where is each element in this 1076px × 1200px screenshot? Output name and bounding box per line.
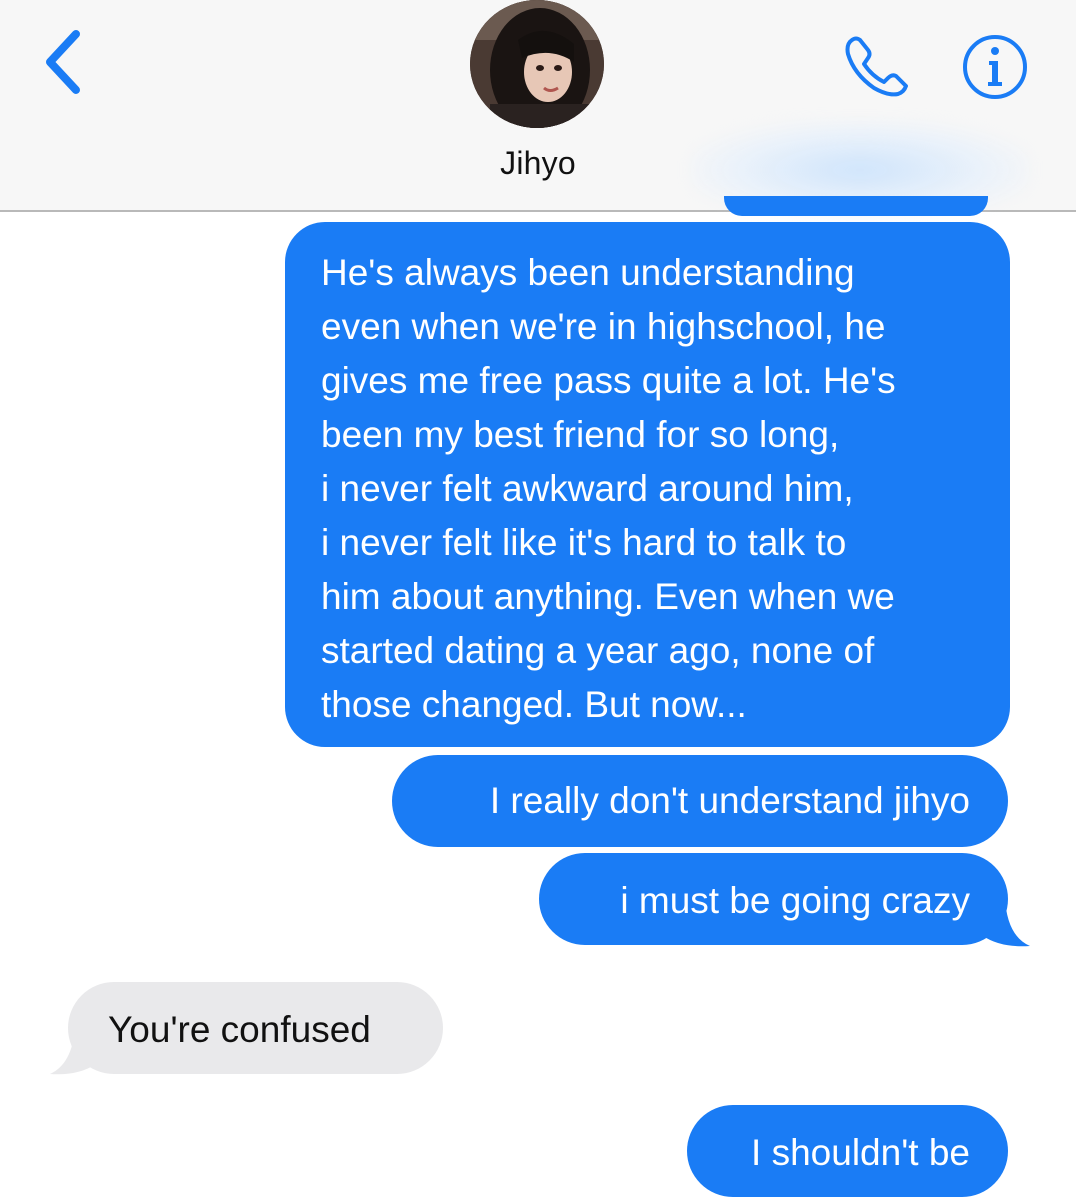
sent-message-bubble[interactable]: He's always been understanding even when…: [285, 222, 1010, 747]
avatar-photo: [470, 0, 604, 128]
sent-bubble-tail: [975, 898, 1030, 947]
message-line: i never felt like it's hard to talk to: [321, 522, 847, 563]
message-line: those changed. But now...: [321, 684, 747, 725]
message-line: He's always been understanding: [321, 252, 855, 293]
phone-icon[interactable]: [838, 30, 918, 102]
message-line: i never felt awkward around him,: [321, 468, 854, 509]
message-line: started dating a year ago, none of: [321, 630, 875, 671]
conversation-header: Jihyo: [0, 0, 1076, 220]
chevron-left-icon[interactable]: [38, 26, 90, 98]
message-line: been my best friend for so long,: [321, 414, 840, 455]
message-line: him about anything. Even when we: [321, 576, 895, 617]
message-text: You're confused: [108, 1009, 371, 1050]
message-line: even when we're in highschool, he: [321, 306, 886, 347]
received-message-bubble[interactable]: You're confused: [68, 982, 443, 1074]
sent-message-bubble[interactable]: I shouldn't be: [687, 1105, 1008, 1197]
info-icon[interactable]: [960, 32, 1030, 102]
sent-message-bubble[interactable]: i must be going crazy: [539, 853, 1008, 945]
message-line: gives me free pass quite a lot. He's: [321, 360, 896, 401]
partial-message-bubble[interactable]: [724, 196, 988, 216]
sent-message-bubble[interactable]: I really don't understand jihyo: [392, 755, 1008, 847]
avatar[interactable]: [470, 0, 604, 128]
message-text: I shouldn't be: [751, 1132, 970, 1173]
message-text: I really don't understand jihyo: [489, 780, 970, 821]
received-bubble-tail: [50, 1028, 105, 1075]
message-text: i must be going crazy: [620, 880, 970, 921]
